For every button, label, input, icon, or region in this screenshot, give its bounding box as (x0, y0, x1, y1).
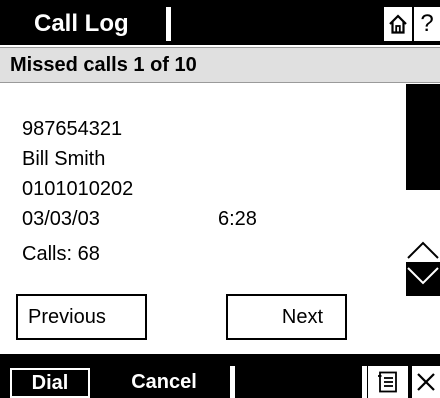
next-button[interactable]: Next (226, 294, 347, 340)
softkey-divider (230, 366, 235, 398)
call-time: 6:28 (218, 208, 257, 230)
call-count: Calls: 68 (22, 243, 100, 265)
header-bar: Call Log ? (0, 0, 440, 45)
header-divider (166, 7, 171, 41)
list-button[interactable] (368, 366, 408, 398)
caller-code: 0101010202 (22, 178, 134, 200)
cancel-button[interactable]: Cancel (100, 366, 228, 398)
softkey-divider (362, 366, 367, 398)
close-icon (417, 373, 435, 391)
call-log-screen: Call Log ? Missed calls 1 of 10 98765432… (0, 0, 440, 398)
previous-button[interactable]: Previous (16, 294, 147, 340)
scroll-down-button[interactable] (406, 262, 440, 296)
close-button[interactable] (412, 366, 440, 398)
softkey-bar: Dial Cancel (0, 354, 440, 398)
list-status: Missed calls 1 of 10 (10, 54, 197, 76)
caller-number: 987654321 (22, 118, 123, 140)
scroll-up-button[interactable] (406, 228, 440, 262)
dial-button[interactable]: Dial (10, 368, 90, 398)
home-button[interactable] (384, 7, 412, 41)
help-button[interactable]: ? (414, 7, 440, 41)
home-icon (389, 14, 407, 34)
call-date: 03/03/03 (22, 208, 100, 230)
chevron-down-icon (407, 267, 439, 285)
list-icon (378, 371, 397, 393)
chevron-up-icon (407, 241, 439, 259)
scroll-thumb[interactable] (406, 84, 440, 190)
subtitle-bar: Missed calls 1 of 10 (0, 47, 440, 83)
page-title: Call Log (34, 10, 129, 37)
caller-name: Bill Smith (22, 148, 106, 170)
